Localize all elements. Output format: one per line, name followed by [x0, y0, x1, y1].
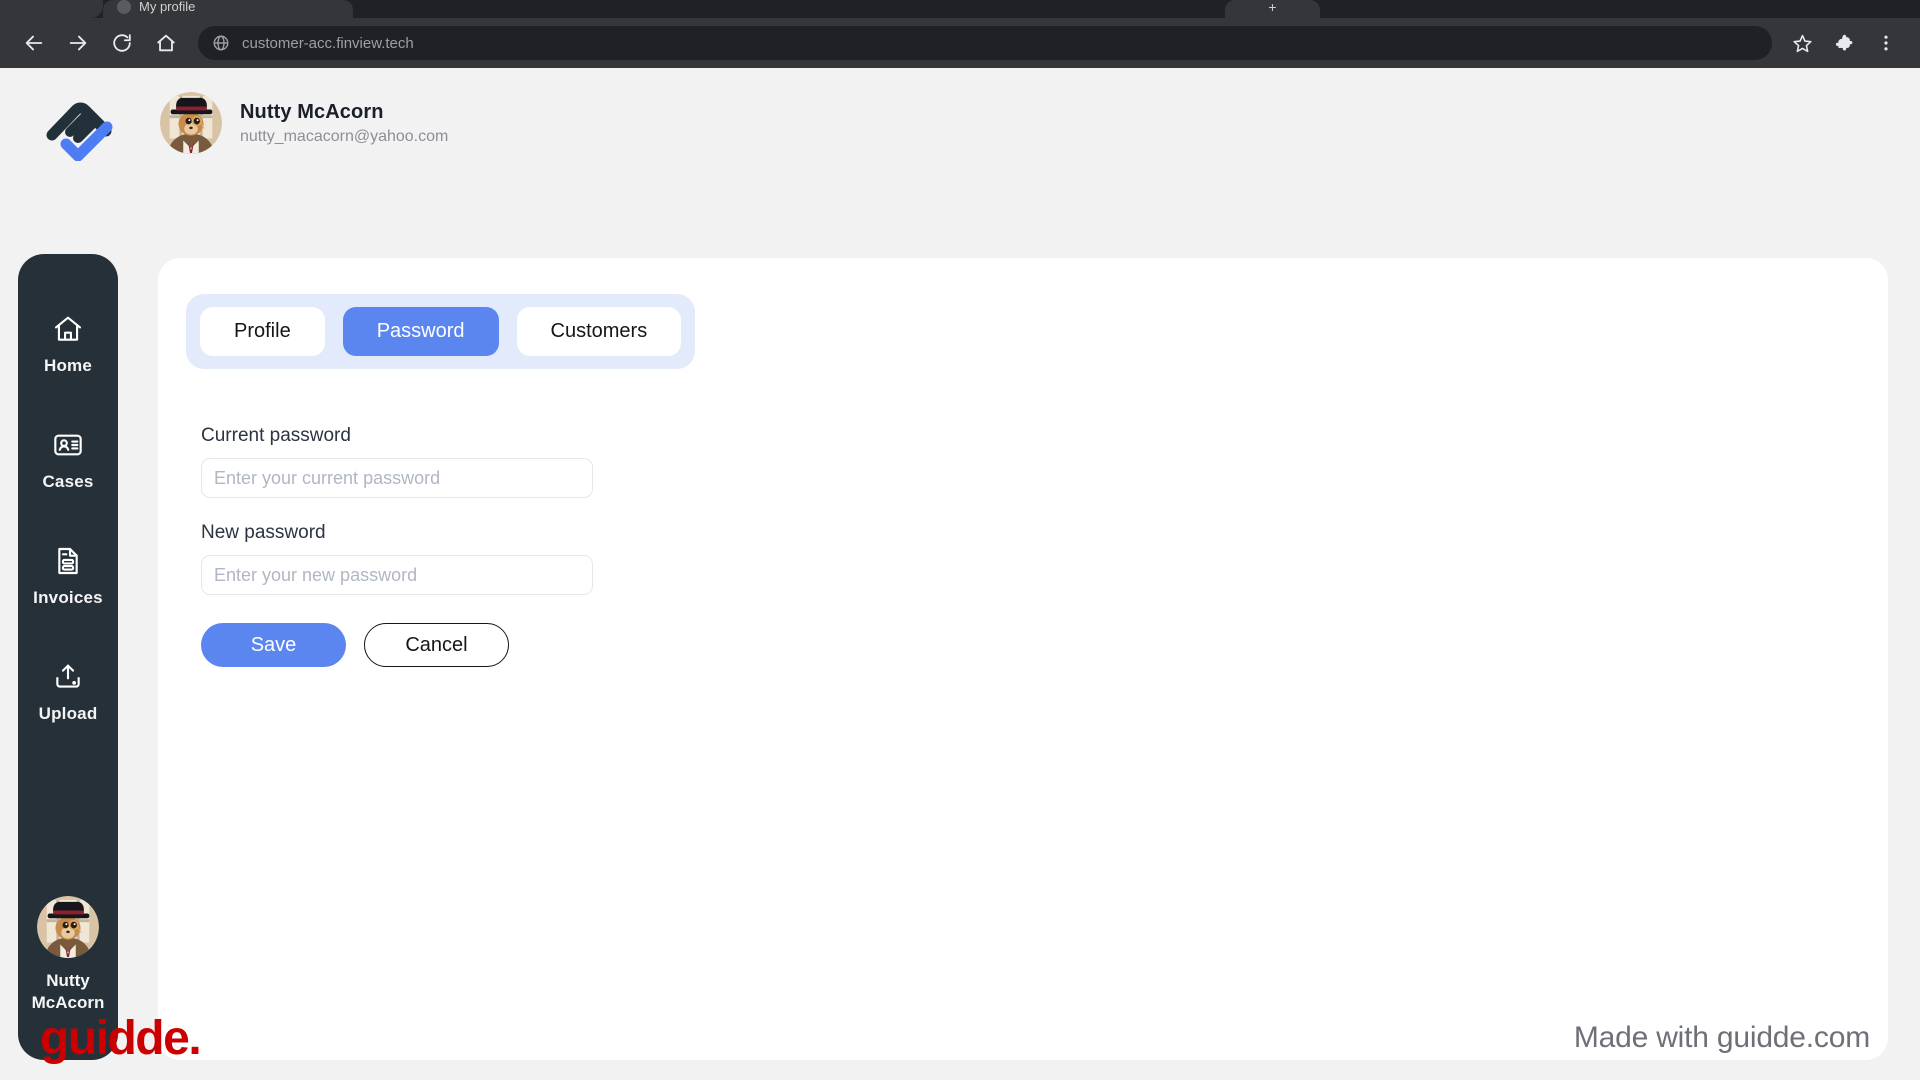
tab-profile[interactable]: Profile [200, 307, 325, 356]
forward-button[interactable] [58, 23, 98, 63]
upload-icon [52, 660, 84, 694]
tab-strip-left-shape [0, 0, 103, 18]
header-user-text: Nutty McAcorn nutty_macacorn@yahoo.com [240, 99, 448, 148]
finview-logo-mark [46, 102, 113, 161]
user-avatar [160, 92, 222, 154]
footer: guidde. Made with guidde.com [0, 996, 1920, 1080]
sidebar-item-home[interactable]: Home [18, 312, 118, 376]
tab-customers[interactable]: Customers [516, 307, 682, 356]
sidebar-item-label: Upload [38, 704, 98, 723]
settings-tabs: Profile Password Customers [186, 294, 696, 369]
save-button[interactable]: Save [201, 623, 346, 667]
made-with-label: Made with guidde.com [1573, 1021, 1870, 1054]
reload-button[interactable] [102, 23, 142, 63]
guidde-logo: guidde. [40, 1011, 202, 1065]
globe-icon [117, 0, 131, 14]
home-icon [52, 312, 84, 346]
browser-chrome: My profile + customer-acc.finview.tech [0, 0, 1920, 68]
home-icon [157, 34, 175, 52]
header-user-block[interactable]: Nutty McAcorn nutty_macacorn@yahoo.com [160, 92, 448, 154]
password-form: Current password New password Save Cance… [201, 425, 1888, 667]
sidebar-item-label: Invoices [33, 588, 103, 607]
current-password-label: Current password [201, 425, 351, 446]
address-bar-url: customer-acc.finview.tech [242, 34, 414, 52]
browser-tab[interactable]: My profile [103, 0, 353, 18]
cancel-button[interactable]: Cancel [364, 623, 509, 667]
new-password-input[interactable] [201, 555, 593, 595]
user-avatar [37, 895, 99, 958]
browser-tab-title: My profile [139, 0, 196, 14]
id-card-icon [52, 428, 84, 462]
globe-icon [213, 35, 229, 51]
bookmark-button[interactable] [1782, 23, 1822, 63]
browser-menu-button[interactable] [1866, 23, 1906, 63]
content-card: Profile Password Customers Current passw… [158, 258, 1888, 1060]
sidebar-item-label: Home [43, 356, 93, 375]
star-icon [1792, 34, 1812, 52]
browser-toolbar: customer-acc.finview.tech [0, 18, 1920, 68]
browser-actions [1782, 23, 1906, 63]
app-page: Nutty McAcorn nutty_macacorn@yahoo.com H… [0, 68, 1920, 1080]
document-icon [52, 544, 84, 578]
sidebar-item-invoices[interactable]: Invoices [18, 544, 118, 608]
arrow-left-icon [25, 35, 43, 51]
tab-password[interactable]: Password [342, 307, 499, 356]
arrow-right-icon [69, 35, 87, 51]
finview-logo[interactable] [30, 85, 130, 161]
user-email: nutty_macacorn@yahoo.com [240, 127, 449, 145]
address-bar[interactable]: customer-acc.finview.tech [198, 26, 1772, 60]
user-name: Nutty McAcorn [240, 100, 384, 123]
new-tab-button[interactable]: + [1225, 0, 1320, 18]
home-button[interactable] [146, 23, 186, 63]
sidebar-item-cases[interactable]: Cases [18, 428, 118, 492]
extensions-button[interactable] [1824, 23, 1864, 63]
back-button[interactable] [14, 23, 54, 63]
current-password-input[interactable] [201, 458, 593, 498]
reload-icon [113, 34, 131, 52]
three-dots-icon [1884, 35, 1888, 51]
sidebar-item-upload[interactable]: Upload [18, 660, 118, 724]
puzzle-icon [1835, 34, 1852, 51]
form-actions: Save Cancel [201, 623, 1888, 667]
app-header: Nutty McAcorn nutty_macacorn@yahoo.com [0, 68, 1920, 178]
sidebar-item-label: Cases [42, 472, 94, 491]
browser-tab-strip: My profile + [0, 0, 1920, 18]
new-password-label: New password [201, 522, 326, 543]
sidebar: Home Cases Invoices Upload Nutty McAcorn [18, 254, 118, 1060]
